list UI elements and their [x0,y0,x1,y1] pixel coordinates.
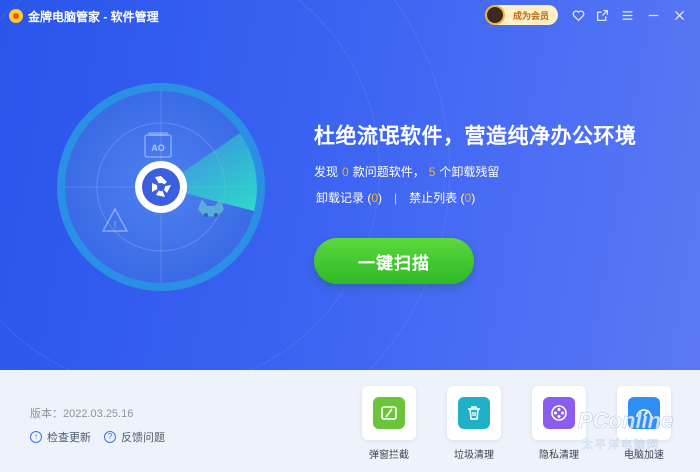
help-icon: ? [104,431,116,443]
svg-text:!: ! [114,220,117,231]
tool-speed-up[interactable]: 电脑加速 [617,386,671,461]
problem-count: 0 [342,165,349,179]
title-bar: 金牌电脑管家 - 软件管理 成为会员 [0,0,700,32]
residue-count: 5 [428,165,436,179]
menu-icon[interactable] [620,8,634,22]
minimize-icon[interactable] [646,8,660,22]
blocklist-label: 禁止列表 [409,191,458,205]
speed-gauge-icon [628,397,660,429]
stats-prefix: 发现 [314,165,339,179]
window-title: 金牌电脑管家 - 软件管理 [28,10,159,24]
arrow-up-icon: ↑ [30,431,42,443]
member-label: 成为会员 [513,10,550,21]
tool-trash-clean[interactable]: 垃圾清理 [447,386,501,461]
scan-stats: 发现 0 款问题软件， 5 个卸载残留 [314,163,499,180]
avatar [485,5,505,25]
radar-tag-text: AO [151,143,165,153]
stats-suffix: 个卸载残留 [439,165,500,179]
link-separator: | [394,191,398,205]
app-logo-icon [9,9,23,23]
stats-middle: 款问题软件， [352,165,425,179]
tool-privacy-clean[interactable]: 隐私清理 [532,386,586,461]
app-window: 金牌电脑管家 - 软件管理 成为会员 AO ! 杜绝流氓软件，营造纯净办公环境 … [0,0,700,472]
tool-label: 电脑加速 [624,450,664,461]
tool-popup-block[interactable]: 弹窗拦截 [362,386,416,461]
popup-block-icon [373,397,405,429]
trash-icon [458,397,490,429]
one-click-scan-button[interactable]: 一键扫描 [314,238,474,284]
hero-panel: 金牌电脑管家 - 软件管理 成为会员 AO ! 杜绝流氓软件，营造纯净办公环境 … [0,0,700,370]
uninstall-record-link[interactable]: 卸载记录 (0) [316,191,382,205]
heart-icon[interactable] [571,8,585,22]
blocklist-count: 0 [464,191,472,205]
footer-panel: 版本：2022.03.25.16 ↑ 检查更新 ? 反馈问题 弹窗拦截 垃圾清理… [0,370,700,472]
tool-label: 隐私清理 [539,450,579,461]
privacy-reel-icon [543,397,575,429]
record-links: 卸载记录 (0) | 禁止列表 (0) [316,189,475,206]
hero-headline: 杜绝流氓软件，营造纯净办公环境 [314,125,637,148]
feedback-link[interactable]: ? 反馈问题 [104,429,165,445]
become-member-button[interactable]: 成为会员 [485,5,558,25]
check-update-label: 检查更新 [47,432,91,444]
close-icon[interactable] [672,8,686,22]
share-icon[interactable] [595,8,609,22]
uninstall-count: 0 [371,191,379,205]
scan-radar: AO ! [55,81,267,293]
feedback-label: 反馈问题 [121,432,165,444]
tool-label: 垃圾清理 [454,450,494,461]
tool-label: 弹窗拦截 [369,450,409,461]
version-text: 版本：2022.03.25.16 [30,408,134,420]
check-update-link[interactable]: ↑ 检查更新 [30,429,91,445]
blocklist-link[interactable]: 禁止列表 (0) [409,191,475,205]
uninstall-record-label: 卸载记录 [316,191,365,205]
